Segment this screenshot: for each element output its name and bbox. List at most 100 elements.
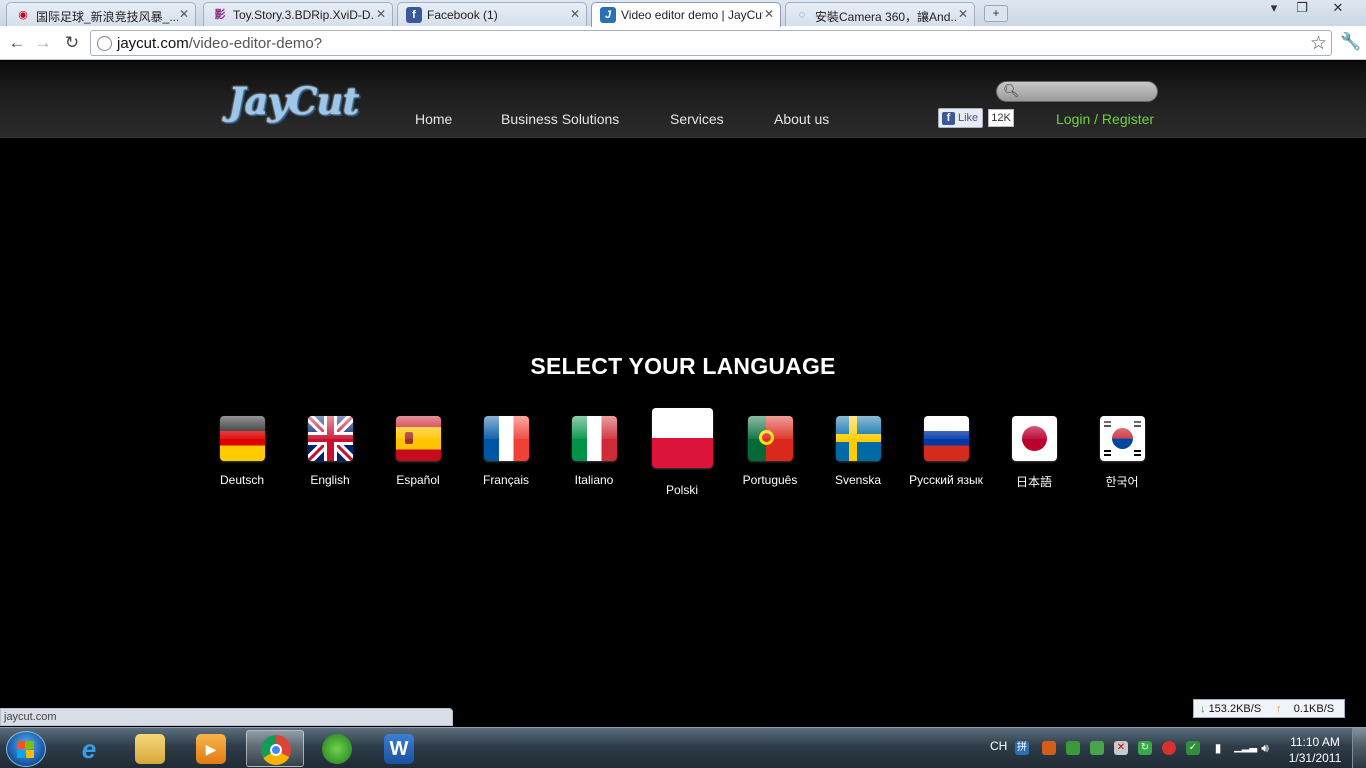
shield-icon[interactable]: [1090, 741, 1104, 755]
ime-icon[interactable]: 拼: [1015, 741, 1029, 755]
weibo-icon: ◉: [18, 9, 28, 21]
close-tab-icon[interactable]: ✕: [764, 7, 774, 21]
globe-download-icon: [322, 734, 352, 764]
browser-tab[interactable]: 影 Toy.Story.3.BDRip.XviD-D... ✕: [203, 2, 393, 26]
network-signal-icon[interactable]: ▁▂▃: [1234, 741, 1257, 755]
nav-business-solutions[interactable]: Business Solutions: [501, 111, 619, 127]
chrome-icon: [261, 735, 291, 765]
taskbar-word[interactable]: W: [370, 730, 428, 767]
site-header: JayCut Home Business Solutions Services …: [0, 61, 1366, 138]
browser-toolbar: ← → ↻ jaycut.com/video-editor-demo? ☆ 🔧: [0, 26, 1366, 60]
language-option-portugues[interactable]: Português: [720, 416, 820, 487]
taskbar-internet-explorer[interactable]: e: [60, 730, 118, 767]
language-option-russian[interactable]: Русский язык: [896, 416, 996, 487]
close-tab-icon[interactable]: ✕: [376, 7, 386, 21]
taskbar-chrome[interactable]: [246, 730, 304, 767]
show-desktop-button[interactable]: [1352, 728, 1366, 768]
spain-flag-icon: [395, 416, 441, 461]
tray-security-icon[interactable]: [1162, 741, 1176, 755]
nav-home[interactable]: Home: [415, 111, 452, 127]
language-option-english[interactable]: English: [280, 416, 380, 487]
browser-tab[interactable]: f Facebook (1) ✕: [397, 2, 587, 26]
tray-globe-icon[interactable]: [1066, 741, 1080, 755]
media-player-icon: ▶: [196, 734, 226, 764]
sync-icon[interactable]: ↻: [1138, 741, 1152, 755]
tray-app-icon[interactable]: [1042, 741, 1056, 755]
system-clock[interactable]: 11:10 AM 1/31/2011: [1280, 734, 1350, 766]
tab-title: Video editor demo | JayCut: [621, 8, 763, 22]
main-content: SELECT YOUR LANGUAGE Deutsch English Esp…: [0, 139, 1366, 724]
language-option-svenska[interactable]: Svenska: [808, 416, 908, 487]
facebook-like-button[interactable]: f Like: [938, 108, 983, 128]
language-label: 日本語: [1015, 475, 1052, 489]
language-option-italiano[interactable]: Italiano: [544, 416, 644, 487]
new-tab-button[interactable]: +: [984, 5, 1008, 22]
windows-taskbar: e ▶ W CH 拼 ✕ ↻ ✓ ▮ ▁▂▃ 🔊︎ 11:10 AM 1/31/…: [0, 727, 1366, 768]
forward-arrow-icon[interactable]: →: [32, 32, 54, 54]
login-register-link[interactable]: Login / Register: [1056, 111, 1154, 127]
like-count: 12K: [988, 109, 1014, 127]
browser-tab[interactable]: ◉ 国际足球_新浪竞技风暴_... ✕: [6, 2, 196, 26]
close-tab-icon[interactable]: ✕: [179, 7, 189, 21]
close-window-icon[interactable]: ✕: [1322, 0, 1354, 16]
language-option-japanese[interactable]: 日本語: [984, 416, 1084, 490]
nav-about-us[interactable]: About us: [774, 111, 829, 127]
language-option-deutsch[interactable]: Deutsch: [192, 416, 292, 487]
internet-explorer-icon: e: [81, 734, 97, 764]
start-button[interactable]: [6, 731, 46, 767]
taskbar-explorer[interactable]: [121, 730, 179, 767]
address-bar[interactable]: jaycut.com/video-editor-demo? ☆: [90, 30, 1332, 56]
loading-spinner-icon: ◌: [798, 9, 806, 21]
language-option-espanol[interactable]: Español: [368, 416, 468, 487]
close-tab-icon[interactable]: ✕: [958, 7, 968, 21]
search-input[interactable]: 🔍︎: [996, 81, 1158, 102]
tab-title: 国际足球_新浪竞技风暴_...: [36, 10, 178, 24]
france-flag-icon: [483, 416, 529, 461]
poland-flag-icon: [651, 408, 713, 468]
browser-tab[interactable]: ◌ 安裝Camera 360，讓And... ✕: [785, 2, 975, 26]
nav-services[interactable]: Services: [670, 111, 724, 127]
url-text: jaycut.com/video-editor-demo?: [117, 35, 323, 52]
japan-flag-icon: [1011, 416, 1057, 461]
italy-flag-icon: [571, 416, 617, 461]
language-option-polski[interactable]: Polski: [632, 408, 732, 497]
upload-speed: 0.1KB/S: [1293, 703, 1335, 715]
language-label: Français: [482, 473, 529, 487]
jaycut-logo[interactable]: JayCut: [228, 79, 359, 123]
language-label: Português: [742, 473, 798, 487]
bookmark-star-icon[interactable]: ☆: [1310, 32, 1327, 55]
back-arrow-icon[interactable]: ←: [6, 32, 28, 54]
language-label: Polski: [665, 483, 698, 497]
uk-flag-icon: [307, 416, 353, 461]
upload-arrow-icon: ↑: [1276, 703, 1282, 715]
language-label: Italiano: [574, 473, 614, 487]
close-tab-icon[interactable]: ✕: [570, 7, 580, 21]
taskbar-media-player[interactable]: ▶: [182, 730, 240, 767]
reload-icon[interactable]: ↻: [61, 32, 83, 54]
globe-icon: [97, 36, 112, 51]
browser-tab-active[interactable]: J Video editor demo | JayCut ✕: [591, 2, 781, 27]
battery-icon[interactable]: ▮: [1211, 741, 1225, 755]
wrench-icon[interactable]: 🔧: [1340, 32, 1361, 52]
language-label: Русский язык: [909, 473, 983, 487]
taskbar-download-manager[interactable]: [308, 730, 366, 767]
download-arrow-icon: ↓: [1200, 703, 1206, 715]
restore-icon[interactable]: ❐: [1286, 0, 1318, 16]
input-language-indicator[interactable]: CH: [990, 739, 1007, 753]
word-icon: W: [384, 734, 414, 764]
download-speed: 153.2KB/S: [1208, 703, 1262, 715]
language-option-korean[interactable]: 한국어: [1072, 416, 1172, 490]
volume-icon[interactable]: 🔊︎: [1258, 741, 1272, 755]
facebook-icon: f: [406, 7, 422, 23]
folder-icon: [135, 734, 165, 764]
language-label: 한국어: [1105, 475, 1139, 489]
language-label: English: [310, 473, 350, 487]
language-label: Svenska: [834, 473, 882, 487]
sweden-flag-icon: [835, 416, 881, 461]
language-option-francais[interactable]: Français: [456, 416, 556, 487]
tray-check-icon[interactable]: ✓: [1186, 741, 1200, 755]
clock-time: 11:10 AM: [1290, 735, 1340, 749]
portugal-flag-icon: [747, 416, 793, 461]
tab-title: Facebook (1): [427, 8, 498, 22]
tray-flag-icon[interactable]: ✕: [1114, 741, 1128, 755]
